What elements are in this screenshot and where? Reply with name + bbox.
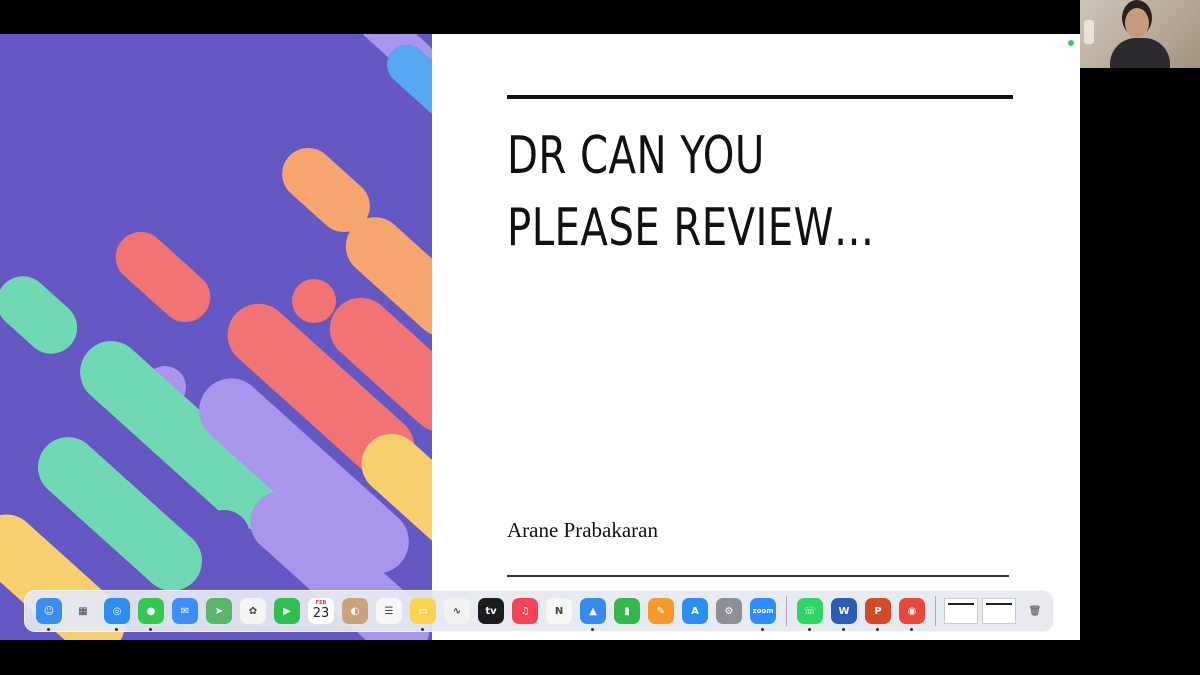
art-shape <box>292 279 336 323</box>
slide-title-line2: PLEASE REVIEW… <box>507 198 875 258</box>
messages-icon[interactable]: ● <box>138 598 164 631</box>
slide-author: Arane Prabakaran <box>507 518 658 542</box>
calendar-day: 23 <box>312 606 330 621</box>
contacts-glyph: ◐ <box>350 605 360 617</box>
finder-icon[interactable]: ☺ <box>36 598 62 631</box>
whatsapp-icon[interactable]: ☏ <box>797 598 823 631</box>
webcam-person-head <box>1125 8 1149 38</box>
finder-glyph: ☺ <box>43 605 55 617</box>
presentation-slide: DR CAN YOU PLEASE REVIEW… Arane Prabakar… <box>0 34 1080 640</box>
keynote-icon[interactable]: ▲ <box>580 598 606 631</box>
reminders-icon[interactable]: ☰ <box>376 598 402 624</box>
apple-tv-glyph: tv <box>485 605 497 617</box>
freeform-glyph: ∿ <box>452 605 462 617</box>
title-rule-top <box>507 95 1013 99</box>
zoom-glyph: zoom <box>752 607 774 615</box>
apple-tv-icon[interactable]: tv <box>478 598 504 624</box>
launchpad-glyph: ▦ <box>78 605 88 617</box>
maps-icon[interactable]: ➤ <box>206 598 232 624</box>
maps-glyph: ➤ <box>214 605 224 617</box>
slide-art-panel <box>0 34 432 640</box>
safari-icon[interactable]: ◎ <box>104 598 130 631</box>
news-icon[interactable]: N <box>546 598 572 624</box>
whatsapp-glyph: ☏ <box>803 605 817 617</box>
safari-glyph: ◎ <box>112 605 122 617</box>
photos-icon[interactable]: ✿ <box>240 598 266 624</box>
chrome-icon[interactable]: ◉ <box>899 598 925 631</box>
trash-icon[interactable]: 🗑 <box>1022 598 1048 624</box>
minimized-window-thumbnail[interactable] <box>982 598 1016 624</box>
reminders-glyph: ☰ <box>384 605 394 617</box>
word-glyph: W <box>838 605 850 617</box>
pages-glyph: ✎ <box>656 605 666 617</box>
footer-rule <box>507 575 1009 577</box>
art-shape <box>0 265 88 365</box>
webcam-background-lamp <box>1084 20 1094 44</box>
facetime-icon[interactable]: ▶ <box>274 598 300 624</box>
powerpoint-glyph: P <box>874 605 882 617</box>
webcam-thumbnail[interactable] <box>1080 0 1200 68</box>
slide-title-line1: DR CAN YOU <box>507 126 765 186</box>
powerpoint-icon[interactable]: P <box>865 598 891 631</box>
word-icon[interactable]: W <box>831 598 857 631</box>
slide-title: DR CAN YOU PLEASE REVIEW… <box>507 120 971 264</box>
notes-icon[interactable]: ▭ <box>410 598 436 631</box>
news-glyph: N <box>554 605 564 617</box>
system-settings-glyph: ⚙ <box>724 605 734 617</box>
numbers-glyph: ▮ <box>624 605 630 617</box>
minimized-window-thumbnail[interactable] <box>944 598 978 624</box>
keynote-glyph: ▲ <box>589 605 597 617</box>
chrome-glyph: ◉ <box>907 605 917 617</box>
macos-dock: ☺ ▦ ◎ ● ✉ ➤ ✿ ▶ FEB 23 ◐ ☰ ▭ ∿ tv ♫ N ▲ ▮ ✎ A ⚙ zoom ☏ W P ◉ 🗑 <box>24 590 1054 632</box>
slide-content: DR CAN YOU PLEASE REVIEW… Arane Prabakar… <box>432 34 1080 640</box>
app-store-glyph: A <box>691 605 699 617</box>
camera-indicator-dot <box>1068 40 1074 46</box>
facetime-glyph: ▶ <box>283 605 291 617</box>
webcam-person-body <box>1110 38 1170 68</box>
system-settings-icon[interactable]: ⚙ <box>716 598 742 624</box>
music-glyph: ♫ <box>520 605 530 617</box>
mail-glyph: ✉ <box>180 605 190 617</box>
launchpad-icon[interactable]: ▦ <box>70 598 96 624</box>
notes-glyph: ▭ <box>418 605 428 617</box>
music-icon[interactable]: ♫ <box>512 598 538 624</box>
contacts-icon[interactable]: ◐ <box>342 598 368 624</box>
calendar-icon[interactable]: FEB 23 <box>308 598 334 624</box>
art-shape <box>198 510 250 562</box>
mail-icon[interactable]: ✉ <box>172 598 198 624</box>
art-shape <box>105 221 221 333</box>
pages-icon[interactable]: ✎ <box>648 598 674 624</box>
messages-glyph: ● <box>146 605 156 617</box>
dock-separator <box>935 596 936 626</box>
zoom-icon[interactable]: zoom <box>750 598 776 631</box>
freeform-icon[interactable]: ∿ <box>444 598 470 624</box>
numbers-icon[interactable]: ▮ <box>614 598 640 624</box>
dock-separator <box>786 596 787 626</box>
photos-glyph: ✿ <box>248 605 258 617</box>
app-store-icon[interactable]: A <box>682 598 708 624</box>
